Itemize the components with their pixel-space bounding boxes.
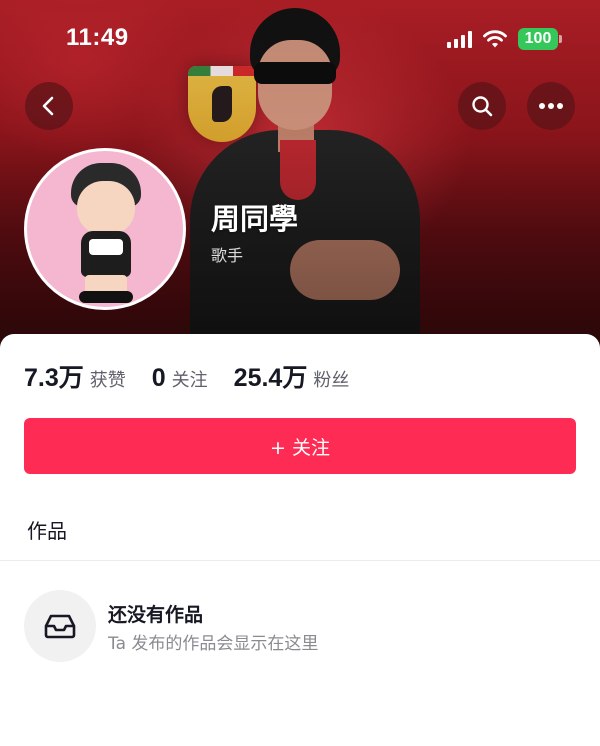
inbox-icon: [44, 614, 76, 639]
battery-icon: 100: [518, 28, 562, 50]
wifi-icon: [483, 30, 507, 48]
stat-followers-value: 25.4万: [233, 364, 308, 392]
back-button[interactable]: [25, 82, 73, 130]
signal-icon: [447, 30, 472, 48]
works-section-title: 作品: [27, 519, 67, 543]
divider: [0, 560, 600, 561]
profile-content: 7.3万 获赞 0 关注 25.4万 粉丝 + 关注 作品 还没有作品 Ta 发…: [0, 334, 600, 746]
back-icon: [42, 96, 54, 116]
follow-button[interactable]: + 关注: [24, 418, 576, 474]
stat-likes-label: 获赞: [89, 370, 126, 391]
stat-following-value: 0: [151, 364, 166, 392]
more-button[interactable]: [527, 82, 575, 130]
stat-following-label: 关注: [171, 370, 208, 391]
profile-name: 周同學: [211, 202, 299, 236]
profile-role: 歌手: [211, 246, 244, 265]
stat-likes: 7.3万 获赞: [24, 358, 126, 394]
empty-state-subtitle: Ta 发布的作品会显示在这里: [108, 634, 319, 654]
profile-stats: 7.3万 获赞 0 关注 25.4万 粉丝: [24, 358, 375, 394]
stat-followers[interactable]: 25.4万 粉丝: [234, 358, 350, 394]
stat-followers-label: 粉丝: [313, 370, 350, 391]
search-icon: [472, 96, 493, 117]
status-indicators: 100: [447, 28, 562, 50]
search-button[interactable]: [458, 82, 506, 130]
stat-likes-value: 7.3万: [24, 364, 84, 392]
empty-state-title: 还没有作品: [108, 604, 204, 626]
more-icon: [539, 103, 563, 109]
status-time: 11:49: [66, 24, 129, 51]
avatar[interactable]: [24, 148, 186, 310]
empty-state-icon-container: [24, 590, 96, 662]
stat-following[interactable]: 0 关注: [152, 364, 208, 393]
